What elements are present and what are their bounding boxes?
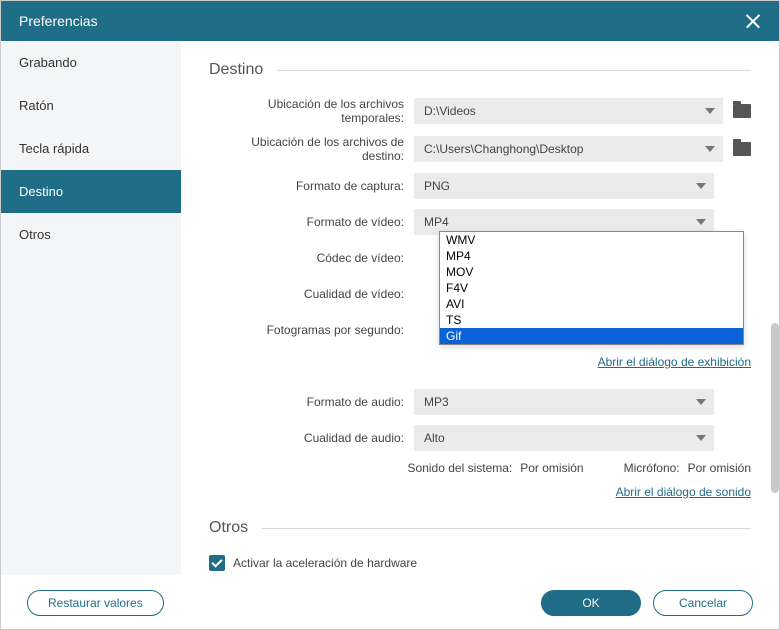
mic-label: Micrófono: [624,461,680,475]
select-temp-location[interactable]: D:\Videos [414,98,723,124]
row-capture-format: Formato de captura: PNG [209,173,751,199]
sidebar-item-label: Destino [19,184,63,199]
chevron-down-icon [696,183,706,189]
divider [262,528,751,529]
scrollbar-thumb[interactable] [771,323,779,493]
video-format-option[interactable]: TS [440,312,743,328]
open-display-dialog-link[interactable]: Abrir el diálogo de exhibición [598,355,751,369]
sidebar-item-label: Otros [19,227,51,242]
chevron-down-icon [705,108,715,114]
row-open-display-link: Abrir el diálogo de exhibición [209,353,751,371]
titlebar: Preferencias [1,1,779,41]
window-title: Preferencias [19,13,98,29]
section-title-otros: Otros [209,519,751,537]
open-sound-dialog-link[interactable]: Abrir el diálogo de sonido [616,485,751,499]
section-title-text: Otros [209,519,248,537]
button-label: Cancelar [679,596,727,610]
video-format-dropdown-list[interactable]: WMVMP4MOVF4VAVITSGif [439,231,744,345]
footer: Restaurar valores OK Cancelar [1,575,779,629]
row-temp-location: Ubicación de los archivos temporales: D:… [209,97,751,125]
row-hw-accel: Activar la aceleración de hardware [209,555,751,571]
select-value: MP3 [424,395,449,409]
video-format-option[interactable]: WMV [440,232,743,248]
select-audio-format[interactable]: MP3 [414,389,714,415]
select-value: D:\Videos [424,104,476,118]
folder-icon[interactable] [733,104,751,118]
row-audio-quality: Cualidad de audio: Alto [209,425,751,451]
chevron-down-icon [705,146,715,152]
label-dest-location: Ubicación de los archivos de destino: [209,135,414,163]
video-format-option[interactable]: MOV [440,264,743,280]
sidebar-item-otros[interactable]: Otros [1,213,181,256]
folder-icon[interactable] [733,142,751,156]
hw-accel-checkbox[interactable] [209,555,225,571]
close-icon[interactable] [745,13,761,29]
row-open-sound-link: Abrir el diálogo de sonido [209,483,751,501]
preferences-window: Preferencias Grabando Ratón Tecla rápida… [0,0,780,630]
row-dest-location: Ubicación de los archivos de destino: C:… [209,135,751,163]
label-temp-location: Ubicación de los archivos temporales: [209,97,414,125]
video-format-option[interactable]: AVI [440,296,743,312]
section-title-destino: Destino [209,61,751,79]
label-audio-quality: Cualidad de audio: [209,431,414,445]
select-capture-format[interactable]: PNG [414,173,714,199]
system-sound-status: Sonido del sistema: Por omisión [408,461,584,475]
select-value: C:\Users\Changhong\Desktop [424,142,583,156]
sidebar-item-grabando[interactable]: Grabando [1,41,181,84]
ok-button[interactable]: OK [541,590,641,616]
select-value: Alto [424,431,445,445]
label-capture-format: Formato de captura: [209,179,414,193]
label-fps: Fotogramas por segundo: [209,323,414,337]
label-video-quality: Cualidad de vídeo: [209,287,414,301]
chevron-down-icon [696,399,706,405]
divider [277,70,751,71]
sidebar-item-tecla-rapida[interactable]: Tecla rápida [1,127,181,170]
row-audio-status: Sonido del sistema: Por omisión Micrófon… [209,461,751,475]
restore-defaults-button[interactable]: Restaurar valores [27,590,164,616]
hw-accel-label: Activar la aceleración de hardware [233,556,417,570]
sidebar-item-destino[interactable]: Destino [1,170,181,213]
video-format-option[interactable]: F4V [440,280,743,296]
label-video-codec: Códec de vídeo: [209,251,414,265]
sidebar-item-raton[interactable]: Ratón [1,84,181,127]
button-label: Restaurar valores [48,596,143,610]
sidebar-item-label: Tecla rápida [19,141,89,156]
select-audio-quality[interactable]: Alto [414,425,714,451]
sidebar-item-label: Grabando [19,55,77,70]
sidebar-item-label: Ratón [19,98,54,113]
section-title-text: Destino [209,61,263,79]
select-dest-location[interactable]: C:\Users\Changhong\Desktop [414,136,723,162]
button-label: OK [582,596,599,610]
sidebar: Grabando Ratón Tecla rápida Destino Otro… [1,41,181,575]
cancel-button[interactable]: Cancelar [653,590,753,616]
mic-value: Por omisión [688,461,751,475]
select-value: PNG [424,179,450,193]
mic-status: Micrófono: Por omisión [624,461,751,475]
label-audio-format: Formato de audio: [209,395,414,409]
system-sound-value: Por omisión [520,461,583,475]
video-format-option[interactable]: MP4 [440,248,743,264]
label-video-format: Formato de vídeo: [209,215,414,229]
system-sound-label: Sonido del sistema: [408,461,513,475]
chevron-down-icon [696,435,706,441]
row-audio-format: Formato de audio: MP3 [209,389,751,415]
select-value: MP4 [424,215,449,229]
chevron-down-icon [696,219,706,225]
video-format-option[interactable]: Gif [440,328,743,344]
